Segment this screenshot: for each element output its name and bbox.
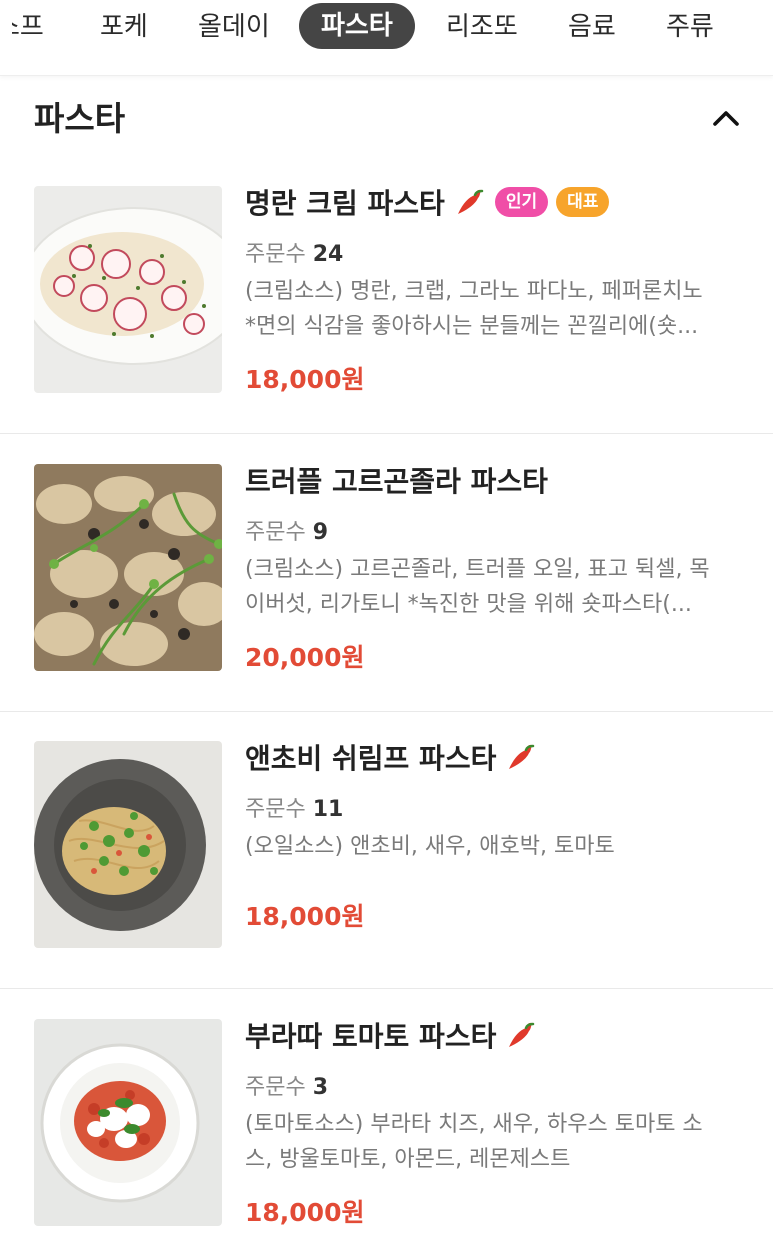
tab-drinks[interactable]: 음료 <box>568 4 616 50</box>
tab-pasta[interactable]: 파스타 <box>299 3 415 49</box>
order-count-label: 주문수 <box>245 1075 306 1100</box>
menu-item-price: 20,000원 <box>245 643 365 672</box>
order-count-value: 24 <box>312 242 344 267</box>
order-count-label: 주문수 <box>245 242 306 267</box>
menu-item-name: 명란 크림 파스타 <box>245 187 445 220</box>
section-header[interactable]: 파스타 <box>0 76 773 158</box>
tab-alcohol[interactable]: 주류 <box>666 4 714 50</box>
chili-pepper-icon <box>509 744 535 769</box>
tab-allday[interactable]: 올데이 <box>198 4 270 50</box>
badge-signature: 대표 <box>556 187 610 217</box>
order-count: 주문수 24 <box>245 236 343 268</box>
description-line: (크림소스) 고르곤졸라, 트러플 오일, 표고 뒥셀, 목 <box>245 557 710 582</box>
menu-item-price: 18,000원 <box>245 902 365 931</box>
description-line: (토마토소스) 부라타 치즈, 새우, 하우스 토마토 소 <box>245 1112 703 1137</box>
menu-item[interactable]: 앤초비 쉬림프 파스타 주문수 11 (오일소스) 앤초비, 새우, 애호박, … <box>0 711 773 989</box>
order-count: 주문수 11 <box>245 791 343 823</box>
description-line: (오일소스) 앤초비, 새우, 애호박, 토마토 <box>245 834 615 859</box>
tab-risotto[interactable]: 리조또 <box>446 4 518 50</box>
collapse-button[interactable] <box>706 98 746 138</box>
menu-item-price: 18,000원 <box>245 365 365 394</box>
description-line: 스, 방울토마토, 아몬드, 레몬제스트 <box>245 1147 571 1172</box>
description-line: (크림소스) 명란, 크랩, 그라노 파다노, 페퍼론치노 <box>245 279 703 304</box>
chili-pepper-icon <box>457 189 484 214</box>
order-count-value: 11 <box>312 797 344 822</box>
chili-pepper-icon <box>509 1022 535 1047</box>
category-tab-bar: 스프 포케 올데이 파스타 리조또 음료 주류 <box>0 0 773 76</box>
menu-item-description: (오일소스) 앤초비, 새우, 애호박, 토마토 <box>245 829 745 864</box>
menu-item-description: (토마토소스) 부라타 치즈, 새우, 하우스 토마토 소 스, 방울토마토, … <box>245 1107 745 1177</box>
order-count: 주문수 9 <box>245 514 328 546</box>
order-count-value: 3 <box>312 1075 329 1100</box>
menu-item-photo <box>34 741 222 948</box>
menu-item-photo <box>34 186 222 393</box>
description-line: *면의 식감을 좋아하시는 분들께는 꼰낄리에(숏... <box>245 314 699 339</box>
tab-poke[interactable]: 포케 <box>100 4 148 50</box>
menu-item-name: 부라따 토마토 파스타 <box>245 1020 497 1053</box>
menu-item[interactable]: 트러플 고르곤졸라 파스타 주문수 9 (크림소스) 고르곤졸라, 트러플 오일… <box>0 434 773 712</box>
menu-item-price: 18,000원 <box>245 1198 365 1227</box>
order-count-value: 9 <box>312 520 329 545</box>
menu-item[interactable]: 부라따 토마토 파스타 주문수 3 (토마토소스) 부라타 치즈, 새우, 하우… <box>0 989 773 1256</box>
menu-item-description: (크림소스) 고르곤졸라, 트러플 오일, 표고 뒥셀, 목 이버섯, 리가토니… <box>245 552 745 622</box>
menu-item-photo <box>34 464 222 671</box>
menu-item-title-row: 트러플 고르곤졸라 파스타 <box>245 460 548 500</box>
order-count-label: 주문수 <box>245 797 306 822</box>
menu-item-name: 앤초비 쉬림프 파스타 <box>245 742 497 775</box>
order-count-label: 주문수 <box>245 520 306 545</box>
menu-item-title-row: 앤초비 쉬림프 파스타 <box>245 737 538 777</box>
tab-soup[interactable]: 스프 <box>12 4 44 50</box>
menu-item-description: (크림소스) 명란, 크랩, 그라노 파다노, 페퍼론치노 *면의 식감을 좋아… <box>245 274 745 344</box>
menu-item-photo <box>34 1019 222 1226</box>
badge-popular: 인기 <box>494 187 549 217</box>
menu-item-title-row: 부라따 토마토 파스타 <box>245 1015 538 1055</box>
order-count: 주문수 3 <box>245 1069 328 1101</box>
menu-item[interactable]: 명란 크림 파스타 인기 대표 주문수 24 (크림소스) 명란, 크랩, 그라… <box>0 156 773 434</box>
section-title: 파스타 <box>34 99 126 138</box>
description-line: 이버섯, 리가토니 *녹진한 맛을 위해 숏파스타(... <box>245 592 692 617</box>
menu-item-title-row: 명란 크림 파스타 인기 대표 <box>245 182 610 222</box>
chevron-up-icon <box>713 111 739 126</box>
menu-item-name: 트러플 고르곤졸라 파스타 <box>245 465 548 498</box>
